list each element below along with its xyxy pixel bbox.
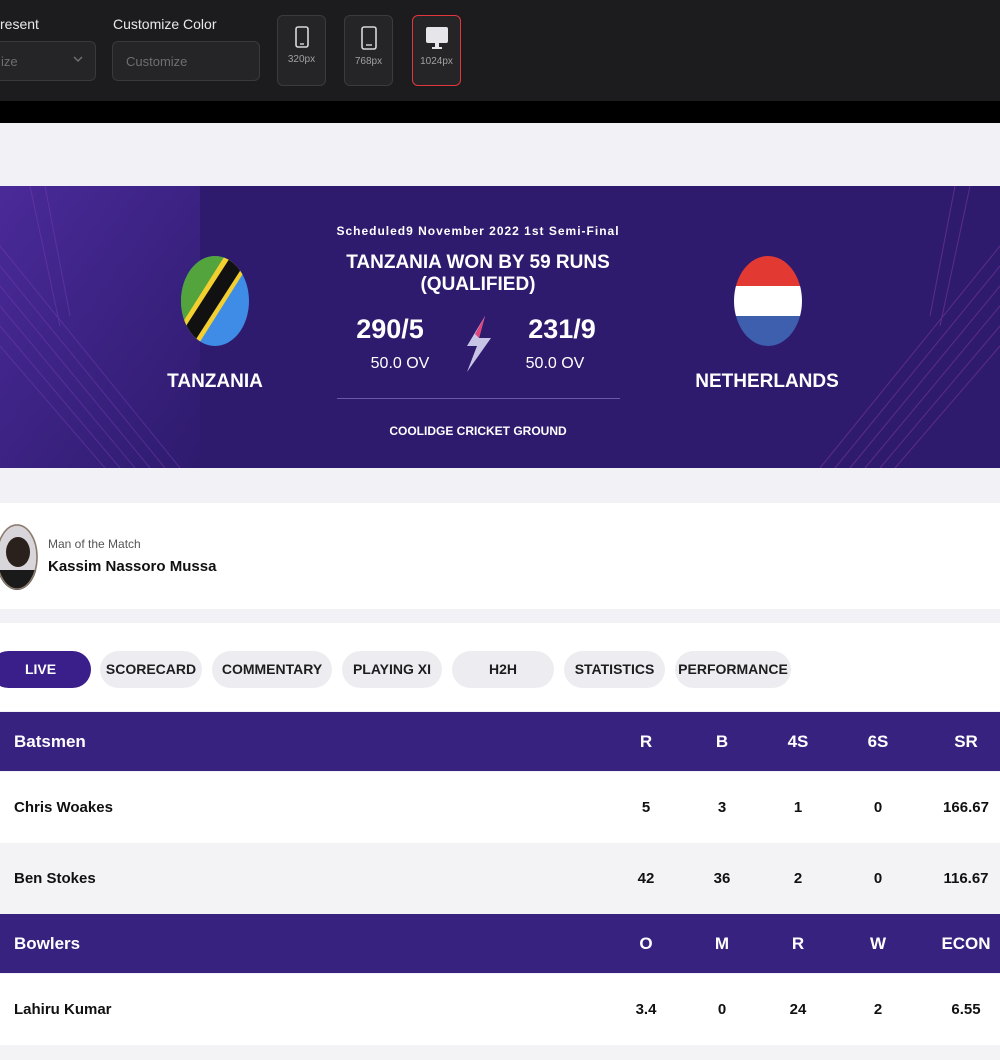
device-1024-label: 1024px (420, 56, 453, 67)
col-econ: ECON (941, 933, 991, 953)
motm-player: Kassim Nassoro Mussa (48, 558, 217, 575)
toolbar: resent ize Customize Color Customize 320… (0, 0, 1000, 123)
bowlers-title: Bowlers (14, 933, 81, 953)
team1-name: TANZANIA (167, 371, 263, 392)
toolbar-divider (0, 101, 1000, 123)
col-r: R (639, 731, 653, 751)
batsmen-header: Batsmen R B 4S 6S SR (0, 712, 1000, 771)
match-banner: TANZANIA NETHERLANDS Scheduled9 November… (0, 186, 1000, 468)
batsman-strike-rate: 166.67 (943, 799, 989, 816)
batsman-sixes: 0 (873, 870, 883, 887)
preset-value: ize (1, 54, 18, 69)
bowler-maidens: 0 (717, 1001, 727, 1018)
motm-label: Man of the Match (48, 537, 141, 551)
banner-left-pattern (0, 186, 200, 468)
tanzania-flag-icon (181, 256, 249, 346)
tab-statistics[interactable]: STATISTICS (564, 651, 665, 688)
table-row (0, 1045, 1000, 1060)
bowler-wickets: 2 (873, 1001, 883, 1018)
customize-color-input[interactable]: Customize (112, 41, 260, 81)
tablet-icon (360, 26, 377, 50)
tab-live[interactable]: LIVE (0, 651, 91, 688)
col-o: O (639, 933, 653, 953)
col-6s: 6S (867, 731, 889, 751)
tab-h2h[interactable]: H2H (452, 651, 554, 688)
bowler-runs: 24 (789, 1001, 807, 1018)
team1-overs: 50.0 OV (370, 355, 430, 372)
batsman-strike-rate: 116.67 (943, 870, 989, 887)
device-768-button[interactable]: 768px (344, 15, 393, 86)
tab-scorecard[interactable]: SCORECARD (100, 651, 202, 688)
batsman-runs: 42 (637, 870, 655, 887)
versus-lightning-icon (467, 316, 491, 372)
preset-select[interactable]: ize (0, 41, 96, 81)
motm-section: Man of the Match Kassim Nassoro Mussa (0, 503, 1000, 609)
batsman-name: Chris Woakes (14, 799, 113, 816)
col-m: M (714, 933, 730, 953)
team2-overs: 50.0 OV (525, 355, 585, 372)
phone-icon (294, 26, 309, 48)
customize-color-label: Customize Color (113, 16, 217, 32)
batsman-sixes: 0 (873, 799, 883, 816)
table-row: Ben Stokes 42 36 2 0 116.67 (0, 843, 1000, 914)
banner-right-pattern (800, 186, 1000, 468)
bowler-name: Lahiru Kumar (14, 1001, 112, 1018)
netherlands-flag-icon (734, 256, 802, 346)
customize-color-placeholder: Customize (126, 54, 188, 69)
batsman-balls: 3 (717, 799, 727, 816)
table-row: Lahiru Kumar 3.4 0 24 2 6.55 (0, 974, 1000, 1045)
match-result: TANZANIA WON BY 59 RUNS (QUALIFIED) (346, 252, 610, 295)
preset-label: resent (0, 16, 39, 32)
device-1024-button[interactable]: 1024px (412, 15, 461, 86)
team1-score: 290/5 (356, 314, 424, 344)
banner-divider (337, 398, 620, 399)
bowler-overs: 3.4 (635, 1001, 657, 1018)
bowlers-header: Bowlers O M R W ECON (0, 914, 1000, 973)
col-b: B (715, 731, 729, 751)
match-status: Scheduled9 November 2022 1st Semi-Final (336, 224, 620, 238)
col-w: W (869, 933, 887, 953)
batsman-fours: 2 (793, 870, 803, 887)
desktop-icon (425, 27, 448, 49)
batsman-runs: 5 (641, 799, 651, 816)
col-r: R (791, 933, 805, 953)
col-4s: 4S (787, 731, 809, 751)
batsmen-title: Batsmen (14, 731, 86, 751)
chevron-down-icon (73, 52, 83, 67)
team2-score: 231/9 (528, 314, 596, 344)
device-768-label: 768px (354, 56, 383, 67)
tab-commentary[interactable]: COMMENTARY (212, 651, 332, 688)
batsman-fours: 1 (793, 799, 803, 816)
venue: COOLIDGE CRICKET GROUND (389, 424, 567, 438)
device-320-button[interactable]: 320px (277, 15, 326, 86)
tab-playing-xi[interactable]: PLAYING XI (342, 651, 442, 688)
player-avatar (0, 524, 38, 590)
batsman-balls: 36 (713, 870, 731, 887)
tab-performance[interactable]: PERFORMANCE (675, 651, 791, 688)
col-sr: SR (954, 731, 978, 751)
device-320-label: 320px (287, 54, 316, 65)
team2-name: NETHERLANDS (695, 371, 839, 392)
bowler-economy: 6.55 (951, 1001, 981, 1018)
table-row: Chris Woakes 5 3 1 0 166.67 (0, 772, 1000, 843)
batsman-name: Ben Stokes (14, 870, 96, 887)
